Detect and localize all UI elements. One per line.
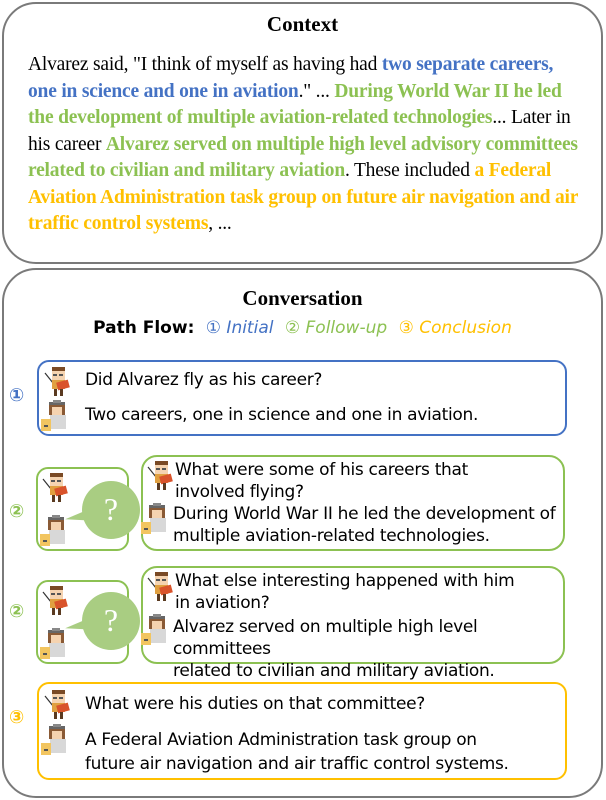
turn-conclusion-box: What were his duties on that committee? … (37, 682, 567, 780)
question-bubble-icon: ? (82, 481, 140, 539)
teacher-avatar-icon (146, 570, 176, 602)
thinking-box: ? (36, 580, 140, 664)
context-panel: Context Alvarez said, "I think of myself… (2, 2, 603, 264)
step-number-initial: ① (9, 385, 25, 406)
step-number-follow-up: ② (9, 501, 25, 522)
question-bubble-icon: ? (82, 592, 140, 650)
context-segment: . These included (344, 160, 475, 181)
step-number-follow-up: ② (9, 601, 25, 622)
follow-up-question: What else interesting happened with him … (175, 571, 515, 613)
student-avatar-icon (41, 724, 71, 756)
conclusion-question: What were his duties on that committee? (85, 694, 426, 714)
follow-up-answer: During World War II he led the developme… (173, 504, 556, 546)
teacher-avatar-icon (41, 584, 71, 616)
legend-initial: ① Initial (205, 318, 274, 338)
teacher-avatar-icon (146, 459, 176, 491)
thinking-box: ? (36, 467, 140, 551)
path-flow-legend: Path Flow: ① Initial ② Follow-up ③ Concl… (4, 318, 601, 338)
teacher-avatar-icon (43, 688, 73, 720)
follow-up-answer: Alvarez served on multiple high level co… (173, 617, 495, 681)
legend-conclusion: ③ Conclusion (398, 318, 512, 338)
step-number-conclusion: ③ (9, 707, 25, 728)
conversation-panel: Conversation Path Flow: ① Initial ② Foll… (2, 268, 603, 798)
turn-initial-box: Did Alvarez fly as his career? Two caree… (37, 360, 567, 436)
context-segment: Alvarez said, "I think of myself as havi… (28, 54, 382, 75)
student-avatar-icon (41, 400, 71, 432)
teacher-avatar-icon (43, 365, 73, 397)
initial-answer: Two careers, one in science and one in a… (85, 405, 479, 425)
teacher-avatar-icon (41, 471, 71, 503)
conclusion-answer: A Federal Aviation Administration task g… (85, 730, 509, 774)
path-flow-label: Path Flow: (93, 318, 195, 338)
context-title: Context (266, 12, 339, 36)
follow-up-question: What were some of his careers that invol… (175, 460, 469, 502)
conversation-title: Conversation (242, 286, 363, 310)
initial-question: Did Alvarez fly as his career? (85, 370, 323, 390)
turn-follow-up-box: What else interesting happened with him … (141, 566, 565, 681)
context-segment: ." ... (298, 80, 335, 102)
context-segment: , ... (208, 213, 232, 234)
student-avatar-icon (141, 503, 171, 535)
legend-follow-up: ② Follow-up (284, 318, 388, 338)
turn-follow-up-box: What were some of his careers that invol… (141, 455, 565, 551)
context-passage: Alvarez said, "I think of myself as havi… (28, 52, 579, 238)
student-avatar-icon (141, 614, 171, 646)
